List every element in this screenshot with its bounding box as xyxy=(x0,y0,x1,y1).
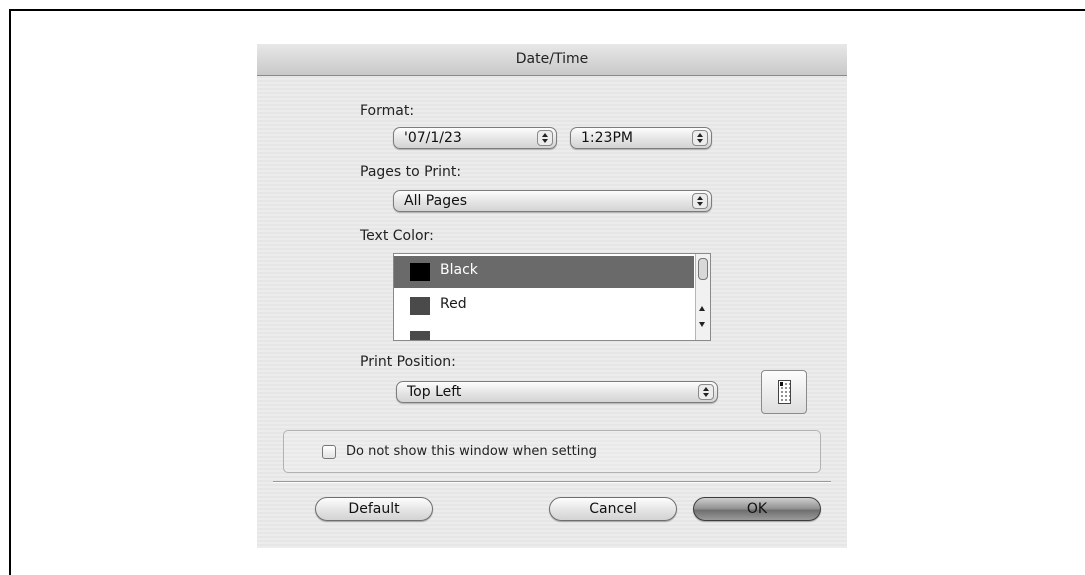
color-item-black[interactable]: Black xyxy=(394,256,694,288)
do-not-show-checkbox[interactable] xyxy=(322,445,336,459)
button-separator xyxy=(273,481,831,483)
date-format-value: '07/1/23 xyxy=(404,130,462,146)
format-label: Format: xyxy=(360,103,415,119)
ok-button[interactable]: OK xyxy=(693,497,821,521)
text-color-list[interactable]: Black Red xyxy=(393,253,711,341)
popup-arrows-icon xyxy=(692,130,708,146)
time-format-popup[interactable]: 1:23PM xyxy=(570,127,712,149)
color-item-red[interactable]: Red xyxy=(394,290,694,322)
list-scrollbar[interactable] xyxy=(695,254,710,340)
color-item-label: Black xyxy=(440,262,478,278)
position-mark xyxy=(780,382,783,386)
print-position-value: Top Left xyxy=(407,384,462,400)
popup-arrows-icon xyxy=(692,193,708,209)
pages-to-print-popup[interactable]: All Pages xyxy=(393,190,712,212)
cancel-button[interactable]: Cancel xyxy=(549,497,677,521)
page-frame-left xyxy=(9,9,11,575)
color-swatch xyxy=(410,297,430,315)
pages-to-print-value: All Pages xyxy=(404,193,467,209)
color-item-label: Red xyxy=(440,296,467,312)
color-swatch xyxy=(410,331,430,340)
color-swatch xyxy=(410,263,430,281)
scroll-thumb[interactable] xyxy=(698,258,708,280)
dialog-titlebar: Date/Time xyxy=(257,44,847,76)
color-item-partial[interactable] xyxy=(394,324,694,340)
date-format-popup[interactable]: '07/1/23 xyxy=(393,127,557,149)
popup-arrows-icon xyxy=(537,130,553,146)
time-format-value: 1:23PM xyxy=(581,130,633,146)
print-position-label: Print Position: xyxy=(360,354,456,370)
text-color-label: Text Color: xyxy=(360,228,434,244)
default-button[interactable]: Default xyxy=(315,497,433,521)
print-position-preview-button[interactable] xyxy=(761,370,807,414)
popup-arrows-icon xyxy=(698,384,714,400)
scroll-down-arrow-icon[interactable] xyxy=(699,322,705,327)
page-frame-top xyxy=(9,9,1085,11)
page-position-icon xyxy=(778,380,791,404)
print-position-popup[interactable]: Top Left xyxy=(396,381,718,403)
scroll-up-arrow-icon[interactable] xyxy=(699,306,705,311)
dialog-title: Date/Time xyxy=(515,51,589,67)
do-not-show-label[interactable]: Do not show this window when setting xyxy=(346,444,597,459)
pages-to-print-label: Pages to Print: xyxy=(360,164,462,180)
